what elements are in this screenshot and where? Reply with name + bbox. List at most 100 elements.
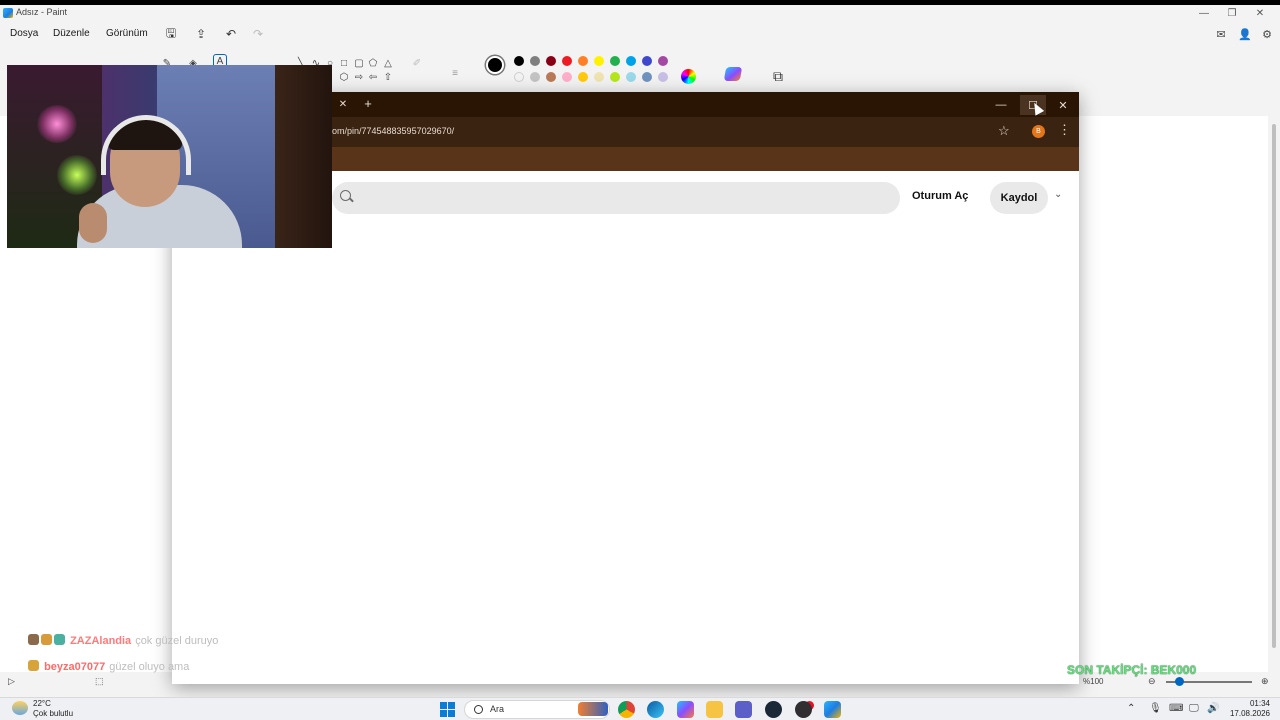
color-swatch[interactable] xyxy=(610,72,620,82)
obs-icon[interactable] xyxy=(795,701,812,718)
extension-icon[interactable]: B xyxy=(1032,125,1045,138)
copilot-taskbar-icon[interactable] xyxy=(677,701,694,718)
save-icon[interactable]: 🖫 xyxy=(163,26,179,42)
color-swatch[interactable] xyxy=(530,72,540,82)
address-bar[interactable]: om/pin/774548835957029670/ xyxy=(332,126,454,136)
menu-view[interactable]: Görünüm xyxy=(106,28,148,39)
menu-file[interactable]: Dosya xyxy=(10,28,38,39)
vertical-scrollbar[interactable] xyxy=(1272,124,1276,648)
color-swatch[interactable] xyxy=(546,72,556,82)
rectangle-shape-icon[interactable]: □ xyxy=(337,56,351,70)
chat-badge-icon xyxy=(28,660,39,671)
network-icon[interactable]: 🖵 xyxy=(1189,703,1199,714)
chat-message: beyza07077 güzel oluyo ama xyxy=(28,660,189,673)
color-swatch[interactable] xyxy=(626,72,636,82)
color-swatch[interactable] xyxy=(546,56,556,66)
show-hidden-icons-icon[interactable]: ⌃ xyxy=(1127,703,1135,714)
color-swatch[interactable] xyxy=(594,56,604,66)
minimize-icon[interactable]: — xyxy=(1190,5,1218,21)
zoom-out-icon[interactable]: ⊖ xyxy=(1148,676,1156,687)
start-icon-tile xyxy=(448,702,455,709)
weather-temperature[interactable]: 22°C xyxy=(33,699,51,708)
color-swatch[interactable] xyxy=(642,72,652,82)
browser-close-icon[interactable]: ✕ xyxy=(1050,95,1076,115)
teams-icon[interactable] xyxy=(735,701,752,718)
signup-button[interactable]: Kaydol xyxy=(990,182,1048,214)
paint-menu-bar: Dosya Düzenle Görünüm 🖫 ⇪ ↶ ↷ ✉ 👤 ⚙ xyxy=(0,24,1280,44)
weather-description[interactable]: Çok bulutlu xyxy=(33,709,73,718)
chevron-down-icon[interactable]: ⌄ xyxy=(1054,189,1062,200)
search-icon xyxy=(340,190,351,201)
chat-username: ZAZAlandia xyxy=(70,635,132,647)
weather-icon[interactable] xyxy=(12,701,28,715)
arrow-left-shape-icon[interactable]: ⇦ xyxy=(366,70,380,84)
taskbar: 22°C Çok bulutlu Ara ⌃ 🎙 ⌨ 🖵 🔊 01:34 17.… xyxy=(0,697,1280,720)
webcam-neon-light xyxy=(57,155,97,195)
taskbar-search-placeholder: Ara xyxy=(490,704,505,714)
chat-text: çok güzel duruyo xyxy=(135,635,219,647)
chat-badge-icon xyxy=(28,634,39,645)
clock-time[interactable]: 01:34 xyxy=(1232,699,1270,708)
color-swatch[interactable] xyxy=(514,72,524,82)
close-icon[interactable]: ✕ xyxy=(1246,5,1274,21)
webcam-overlay xyxy=(7,65,332,248)
microphone-icon[interactable]: 🎙 xyxy=(1149,703,1162,714)
paint-taskbar-icon[interactable] xyxy=(824,701,841,718)
browser-minimize-icon[interactable]: — xyxy=(988,95,1014,115)
color-swatch[interactable] xyxy=(626,56,636,66)
color-swatch[interactable] xyxy=(610,56,620,66)
account-icon[interactable]: 👤 xyxy=(1236,26,1254,42)
color-swatch[interactable] xyxy=(530,56,540,66)
share-icon[interactable]: ⇪ xyxy=(193,26,209,42)
color-swatch[interactable] xyxy=(594,72,604,82)
outline-icon[interactable]: ✐ xyxy=(410,56,424,70)
zoom-slider-thumb[interactable] xyxy=(1175,677,1184,686)
chrome-icon[interactable] xyxy=(618,701,635,718)
color-swatch[interactable] xyxy=(562,72,572,82)
color-swatch[interactable] xyxy=(514,56,524,66)
last-follower-label: SON TAKİPÇİ: BEK000 xyxy=(1067,663,1197,677)
search-highlight-icon[interactable] xyxy=(578,702,608,716)
rounded-rect-shape-icon[interactable]: ▢ xyxy=(352,56,366,70)
layers-icon[interactable]: ⧉ xyxy=(773,68,783,85)
arrow-right-shape-icon[interactable]: ⇨ xyxy=(352,70,366,84)
edit-colors-icon[interactable] xyxy=(681,69,696,84)
login-button[interactable]: Oturum Aç xyxy=(912,190,968,202)
chat-message: ZAZAlandia çok güzel duruyo xyxy=(28,634,218,647)
selection-size-icon: ⬚ xyxy=(95,676,104,686)
undo-icon[interactable]: ↶ xyxy=(223,26,239,42)
copilot-icon[interactable] xyxy=(723,67,743,81)
size-icon[interactable]: ≡ xyxy=(448,66,462,80)
settings-icon[interactable]: ⚙ xyxy=(1258,26,1276,42)
webcam-person-hand xyxy=(79,203,107,243)
hexagon-shape-icon[interactable]: ⬡ xyxy=(337,70,351,84)
clock-date[interactable]: 17.08.2026 xyxy=(1218,709,1270,718)
menu-edit[interactable]: Düzenle xyxy=(53,28,90,39)
browser-menu-icon[interactable]: ⋮ xyxy=(1058,122,1071,138)
steam-icon[interactable] xyxy=(765,701,782,718)
edge-icon[interactable] xyxy=(647,701,664,718)
tab-close-icon[interactable]: ✕ xyxy=(336,97,350,111)
color-swatch[interactable] xyxy=(578,56,588,66)
color-swatch[interactable] xyxy=(658,56,668,66)
redo-icon[interactable]: ↷ xyxy=(250,26,266,42)
start-button[interactable] xyxy=(440,702,455,717)
keyboard-icon[interactable]: ⌨ xyxy=(1169,703,1183,714)
polygon-shape-icon[interactable]: ⬠ xyxy=(366,56,380,70)
bookmark-star-icon[interactable]: ☆ xyxy=(998,123,1010,139)
triangle-shape-icon[interactable]: △ xyxy=(381,56,395,70)
paint-app-icon xyxy=(3,8,13,18)
restore-icon[interactable]: ❐ xyxy=(1218,5,1246,21)
feedback-icon[interactable]: ✉ xyxy=(1212,26,1230,42)
active-color-swatch[interactable] xyxy=(486,56,504,74)
color-swatch[interactable] xyxy=(658,72,668,82)
arrow-up-shape-icon[interactable]: ⇧ xyxy=(381,70,395,84)
zoom-level[interactable]: %100 xyxy=(1083,677,1103,686)
file-explorer-icon[interactable] xyxy=(706,701,723,718)
color-swatch[interactable] xyxy=(562,56,572,66)
color-swatch[interactable] xyxy=(578,72,588,82)
color-swatch[interactable] xyxy=(642,56,652,66)
zoom-in-icon[interactable]: ⊕ xyxy=(1261,676,1269,687)
new-tab-icon[interactable]: + xyxy=(360,95,376,111)
search-input[interactable] xyxy=(332,182,900,214)
